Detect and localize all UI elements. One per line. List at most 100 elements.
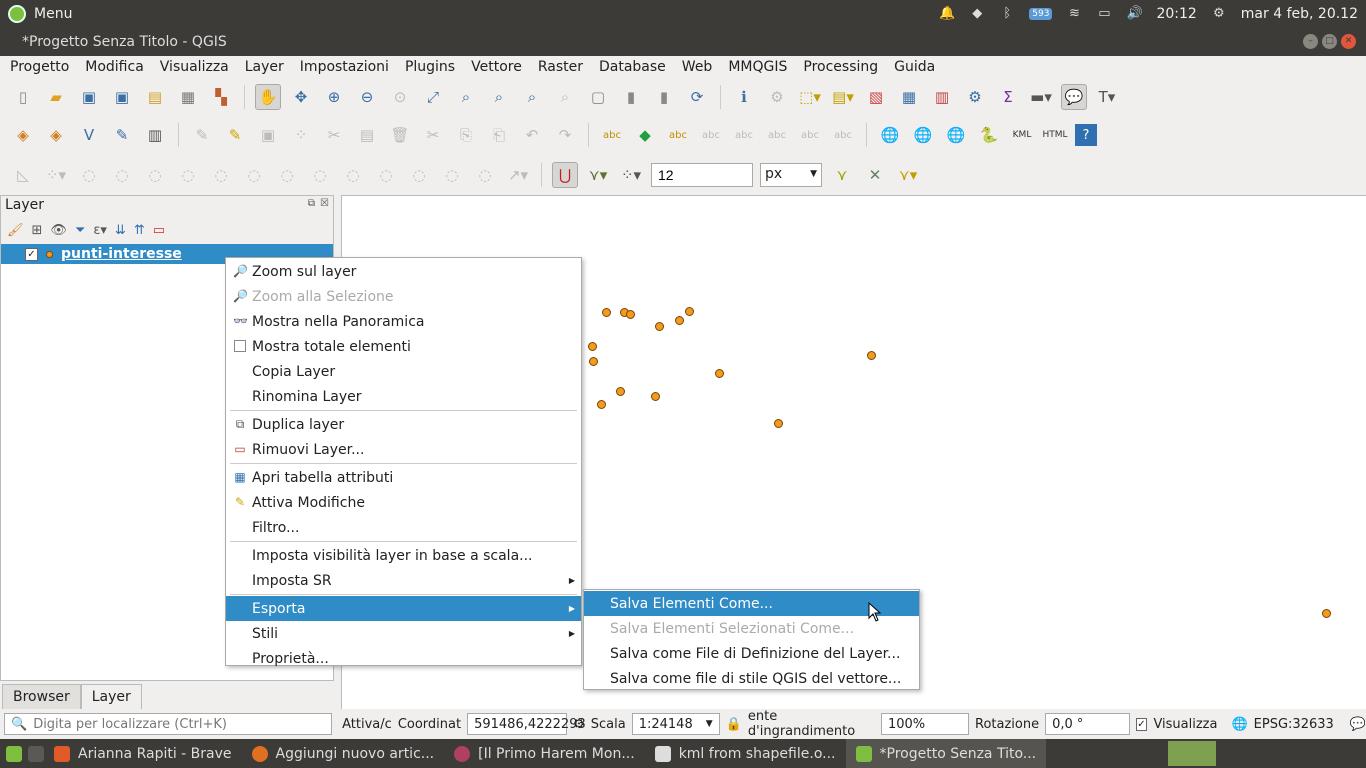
map-point[interactable] [588,342,597,351]
save-project-icon[interactable]: ▣ [76,84,102,110]
map-point[interactable] [626,310,635,319]
identify-icon[interactable]: ℹ [731,84,757,110]
offset-symbols-icon[interactable]: ◌ [472,162,498,188]
split-parts-icon[interactable]: ◌ [340,162,366,188]
menu-database[interactable]: Database [591,59,674,75]
rotate-symbols-icon[interactable]: ◌ [439,162,465,188]
map-point[interactable] [597,400,606,409]
text-annotation-icon[interactable]: T▾ [1094,84,1120,110]
pan-to-selection-icon[interactable]: ✥ [288,84,314,110]
snapping-magnet-icon[interactable]: ⋃ [552,162,578,188]
select-features-icon[interactable]: ⬚▾ [797,84,823,110]
move-label-icon[interactable]: abc [731,122,757,148]
map-point[interactable] [602,308,611,317]
task-firefox-1[interactable]: Aggiungi nuovo artic... [242,739,445,768]
gps-icon[interactable]: ▥ [142,122,168,148]
offset-curve-icon[interactable]: ◌ [274,162,300,188]
snap-vertex-icon[interactable]: ⋎▾ [585,162,611,188]
show-hide-label-icon[interactable]: abc [830,122,856,148]
delete-selected-icon[interactable]: 🗑 [387,122,413,148]
expand-all-icon[interactable]: ⇊ [115,223,126,238]
menu-remove-layer[interactable]: ▭ Rimuovi Layer... [226,437,581,462]
messages-icon[interactable]: 💬 [1350,717,1366,732]
map-point[interactable] [675,316,684,325]
toggle-editing-icon[interactable]: ✎ [222,122,248,148]
filter-expression-icon[interactable]: ε▾ [93,223,107,238]
lock-scale-icon[interactable]: 🔒 [726,717,742,732]
layer-visibility-checkbox[interactable]: ✓ [25,247,38,261]
menu-open-attribute-table[interactable]: ▦ Apri tabella attributi [226,465,581,490]
undo-icon[interactable]: ↶ [519,122,545,148]
menu-zoom-to-selection[interactable]: 🔎 Zoom alla Selezione [226,284,581,309]
snap-tolerance-input[interactable] [651,163,753,187]
wms-icon[interactable]: 🌐 [877,122,903,148]
menu-guida[interactable]: Guida [886,59,943,75]
menu-save-layer-definition[interactable]: Salva come File di Definizione del Layer… [584,641,919,666]
coordinate-field[interactable]: 591486,4222293 [467,713,586,735]
clock[interactable]: 20:12 [1156,6,1196,22]
tab-browser[interactable]: Browser [2,684,81,709]
vertex-tool-icon[interactable]: ✂ [321,122,347,148]
new-project-icon[interactable]: ▯ [10,84,36,110]
refresh-icon[interactable]: ⟳ [684,84,710,110]
menu-duplicate-layer[interactable]: ⧉ Duplica layer [226,412,581,437]
show-desktop-icon[interactable] [6,745,22,762]
menu-zoom-to-layer[interactable]: 🔎 Zoom sul layer [226,259,581,284]
kml-export-icon[interactable]: KML [1009,122,1035,148]
processing-toolbox-icon[interactable]: ⚙ [962,84,988,110]
date[interactable]: mar 4 feb, 20.12 [1241,6,1358,22]
delete-part-icon[interactable]: ◌ [208,162,234,188]
menu-impostazioni[interactable]: Impostazioni [292,59,397,75]
settings-gear-icon[interactable]: ⚙ [1211,6,1227,22]
snap-type-icon[interactable]: ⁘▾ [618,162,644,188]
merge-features-icon[interactable]: ◌ [373,162,399,188]
style-manager-icon[interactable]: ▚ [208,84,234,110]
workspace-switcher[interactable] [1168,741,1216,766]
deselect-icon[interactable]: ▧ [863,84,889,110]
task-text-editor[interactable]: kml from shapefile.o... [645,739,846,768]
zoom-selection-icon[interactable]: ⌕ [453,84,479,110]
measure-icon[interactable]: ▬▾ [1028,84,1054,110]
menu-modifica[interactable]: Modifica [77,59,152,75]
pan-icon[interactable]: ✋ [255,84,281,110]
menu-show-in-overview[interactable]: 👓 Mostra nella Panoramica [226,309,581,334]
zoom-out-icon[interactable]: ⊖ [354,84,380,110]
telegram-badge[interactable]: 593 [1029,8,1053,20]
add-point-icon[interactable]: ⁘ [288,122,314,148]
select-by-value-icon[interactable]: ▤▾ [830,84,856,110]
crs-label[interactable]: EPSG:32633 [1254,717,1334,732]
menu-scale-visibility[interactable]: Imposta visibilità layer in base a scala… [226,543,581,568]
map-point[interactable] [651,392,660,401]
add-ring-icon[interactable]: ⁘▾ [43,162,69,188]
redo-icon[interactable]: ↷ [552,122,578,148]
task-brave[interactable]: Arianna Rapiti - Brave [44,739,242,768]
attribute-table-icon[interactable]: ▦ [896,84,922,110]
data-source-manager-icon[interactable]: ◈ [10,122,36,148]
minimize-icon[interactable]: – [1303,34,1318,49]
locator-search-input[interactable]: 🔍 Digita per localizzare (Ctrl+K) [4,713,333,735]
rotation-spinbox[interactable]: 0,0 ° [1045,713,1130,735]
statistics-icon[interactable]: Σ [995,84,1021,110]
close-panel-icon[interactable]: ☒ [320,198,329,209]
map-point[interactable] [715,369,724,378]
show-bookmarks-icon[interactable]: ▮ [651,84,677,110]
cad-icon[interactable]: ◺ [10,162,36,188]
menu-toggle-editing[interactable]: ✎ Attiva Modifiche [226,490,581,515]
close-icon[interactable]: ✕ [1341,34,1356,49]
map-point[interactable] [616,387,625,396]
map-point[interactable] [774,419,783,428]
map-point[interactable] [867,351,876,360]
menu-set-crs[interactable]: Imposta SR ▶ [226,568,581,593]
task-firefox-2[interactable]: [Il Primo Harem Mon... [444,739,645,768]
zoom-last-icon[interactable]: ⌕ [519,84,545,110]
menu-raster[interactable]: Raster [530,59,591,75]
open-project-icon[interactable]: ▰ [43,84,69,110]
print-layout-icon[interactable]: ▤ [142,84,168,110]
trim-extend-icon[interactable]: ↗▾ [505,162,531,188]
task-qgis[interactable]: *Progetto Senza Tito... [845,739,1047,768]
add-part-icon[interactable]: ◌ [109,162,135,188]
add-group-icon[interactable]: ⊞ [32,223,43,238]
menu-export[interactable]: Esporta ▶ [226,596,581,621]
delete-ring-icon[interactable]: ◌ [175,162,201,188]
menu-filter[interactable]: Filtro... [226,515,581,540]
